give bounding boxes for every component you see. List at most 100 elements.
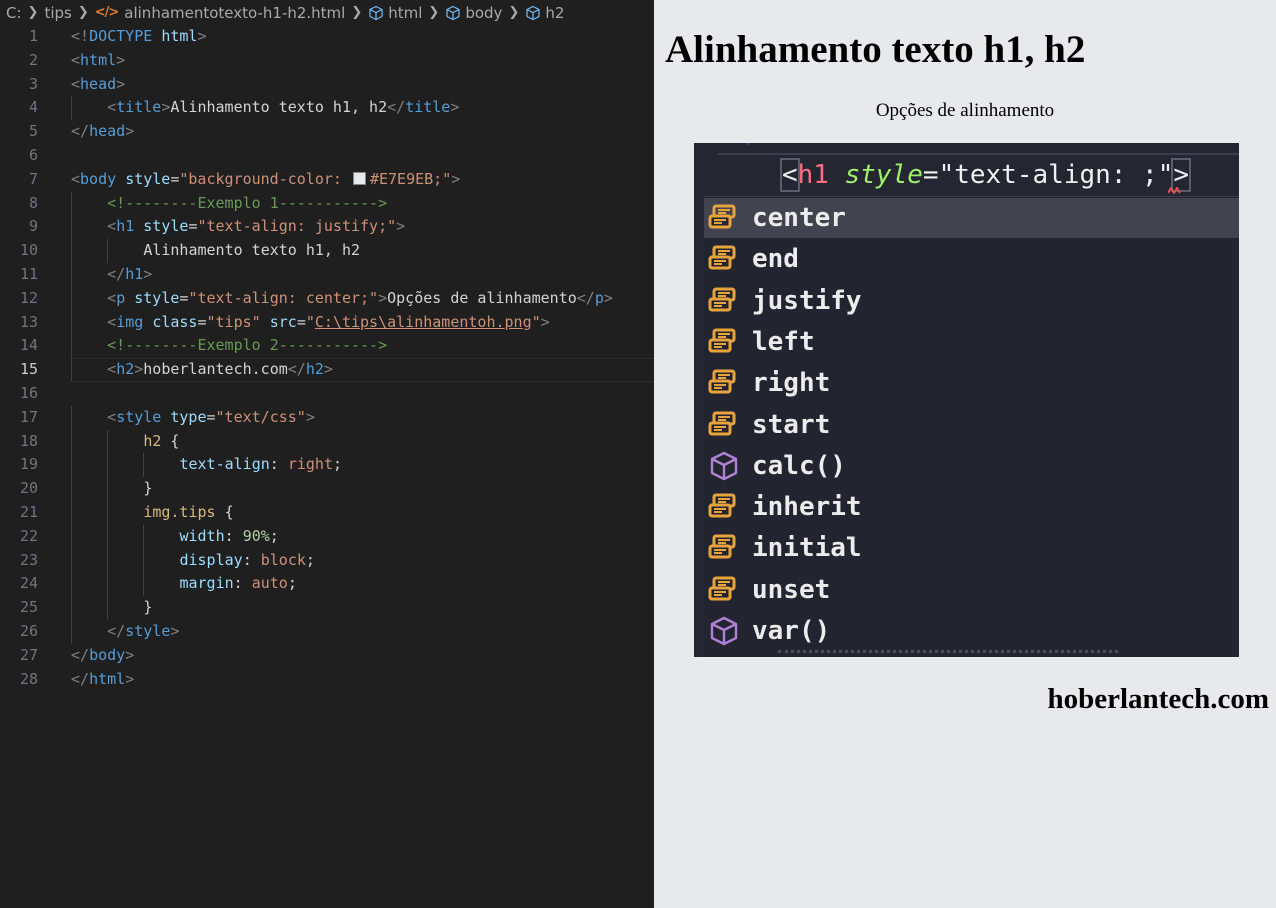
code-line[interactable]: 2 <html> xyxy=(0,49,654,73)
code-line[interactable]: 6 xyxy=(0,144,654,168)
line-content: </head> xyxy=(71,120,134,144)
indent-guide xyxy=(107,596,109,620)
code-line[interactable]: 17 <style type="text/css"> xyxy=(0,405,654,430)
image-attribute-value: "text-align: ;" xyxy=(938,160,1174,190)
code-editor[interactable]: C: ❯ tips ❯ </> alinhamentotexto-h1-h2.h… xyxy=(0,0,654,908)
line-number: 6 xyxy=(28,145,38,164)
token-text: : xyxy=(233,574,252,593)
suggestion-item: start xyxy=(704,405,1239,445)
function-cube-icon xyxy=(708,450,740,482)
line-number: 11 xyxy=(19,264,38,283)
indent-guide xyxy=(71,429,72,454)
token-str: " xyxy=(531,312,541,331)
token-tag: h2 xyxy=(305,360,324,379)
token-text: = xyxy=(296,312,306,331)
code-line[interactable]: 3 <head> xyxy=(0,73,654,97)
line-content: Alinhamento texto h1, h2 xyxy=(143,239,360,263)
code-line[interactable]: 28 </html> xyxy=(0,668,654,692)
breadcrumb-item-file[interactable]: </> alinhamentotexto-h1-h2.html xyxy=(95,4,346,22)
code-line[interactable]: 24 margin: auto; xyxy=(0,572,654,597)
token-punct: > xyxy=(540,312,550,331)
token-punct: < xyxy=(107,98,117,117)
enum-value-icon xyxy=(708,409,740,441)
preview-heading-h1: Alinhamento texto h1, h2 xyxy=(665,28,1086,71)
color-swatch-icon[interactable] xyxy=(352,171,366,185)
indent-guide xyxy=(71,405,72,430)
token-text: hoberlantech.com xyxy=(143,360,288,379)
line-number: 5 xyxy=(28,122,38,141)
line-number: 10 xyxy=(19,241,38,260)
indent-guide xyxy=(143,524,145,549)
token-str: " xyxy=(305,312,315,331)
code-line[interactable]: 25} xyxy=(0,596,654,620)
token-tag: head xyxy=(89,122,126,141)
indent-guide xyxy=(107,453,109,478)
token-attr: html xyxy=(161,27,198,45)
code-line[interactable]: 8 <!--------Exemplo 1-----------> xyxy=(0,191,654,216)
code-line[interactable]: 23 display: block; xyxy=(0,548,654,573)
token-prop: margin xyxy=(179,574,234,593)
breadcrumb-item-h2[interactable]: h2 xyxy=(525,4,564,22)
breadcrumb-item-drive[interactable]: C: xyxy=(6,4,22,22)
token-text: = xyxy=(206,407,216,426)
code-line[interactable]: 14 <!--------Exemplo 2-----------> xyxy=(0,334,654,359)
code-line[interactable]: 13 <img class="tips" src="C:\tips\alinham… xyxy=(0,310,654,335)
token-punct: > xyxy=(451,169,461,188)
indent-guide xyxy=(71,358,72,382)
token-text: Alinhamento texto h1, h2 xyxy=(170,98,388,117)
token-link[interactable]: C:\tips\alinhamentoh.png xyxy=(315,313,532,331)
code-line[interactable]: 20} xyxy=(0,477,654,501)
line-number: 28 xyxy=(19,669,38,688)
enum-value-icon xyxy=(708,367,740,399)
code-line[interactable]: 21 img.tips { xyxy=(0,500,654,525)
code-line[interactable]: 19 text-align: right; xyxy=(0,453,654,478)
line-content: text-align: right; xyxy=(179,453,342,477)
code-line[interactable]: 5 </head> xyxy=(0,120,654,144)
code-line[interactable]: 7 <body style="background-color: #E7E9EB;… xyxy=(0,168,654,192)
token-tag: DOCTYPE xyxy=(89,27,153,45)
code-line[interactable]: 4 <title>Alinhamento texto h1, h2</title> xyxy=(0,96,654,121)
code-line[interactable]: 16 xyxy=(0,382,654,406)
token-punct: > xyxy=(396,217,406,236)
code-line[interactable]: 1 <!DOCTYPE html> xyxy=(0,25,654,49)
line-number: 24 xyxy=(19,574,38,593)
code-line[interactable]: 18 h2 { xyxy=(0,429,654,454)
token-text: : xyxy=(224,526,243,545)
html-file-icon: </> xyxy=(94,5,120,20)
breadcrumb-item-folder[interactable]: tips xyxy=(44,4,71,22)
suggestion-label: inherit xyxy=(752,492,862,523)
line-content: display: block; xyxy=(179,549,314,573)
line-number: 9 xyxy=(28,217,38,236)
line-number: 14 xyxy=(19,336,38,355)
breadcrumb-item-html[interactable]: html xyxy=(368,4,422,22)
token-str: auto xyxy=(251,574,288,593)
code-line[interactable]: 26 </style> xyxy=(0,619,654,644)
breadcrumb-item-body[interactable]: body xyxy=(445,4,502,22)
preview-paragraph: Opções de alinhamento xyxy=(875,100,1055,121)
code-line[interactable]: 27 </body> xyxy=(0,644,654,668)
token-punct: </ xyxy=(71,645,90,664)
image-open-bracket: < xyxy=(780,158,800,192)
code-line[interactable]: 15 <h2>hoberlantech.com</h2> xyxy=(0,358,654,382)
indent-guide xyxy=(107,500,109,525)
code-line[interactable]: 9 <h1 style="text-align: justify;"> xyxy=(0,215,654,240)
line-number: 2 xyxy=(28,50,38,69)
code-line[interactable]: 22 width: 90%; xyxy=(0,524,654,549)
image-suggestion-list: center end justify left right start calc() inhe… xyxy=(704,196,1239,657)
image-close-bracket: > xyxy=(1171,158,1191,192)
line-number: 23 xyxy=(19,550,38,569)
code-line[interactable]: 11 </h1> xyxy=(0,262,654,287)
token-text: } xyxy=(143,598,153,617)
token-str: "tips" xyxy=(206,312,261,331)
code-line[interactable]: 12 <p style="text-align: center;">Opções … xyxy=(0,286,654,311)
error-squiggle-icon xyxy=(1168,187,1181,194)
line-content: } xyxy=(143,477,152,501)
token-punct: < xyxy=(71,74,81,93)
line-content: <head> xyxy=(71,73,125,97)
code-line[interactable]: 10 Alinhamento texto h1, h2 xyxy=(0,239,654,263)
chevron-right-icon: ❯ xyxy=(27,5,39,20)
line-content: <title>Alinhamento texto h1, h2</title> xyxy=(107,96,459,120)
image-faded-line xyxy=(778,650,1118,657)
token-tag: p xyxy=(594,288,604,307)
code-lines[interactable]: 1 <!DOCTYPE html> 2 <html> 3 <head> 4 <title>Al… xyxy=(0,25,654,691)
